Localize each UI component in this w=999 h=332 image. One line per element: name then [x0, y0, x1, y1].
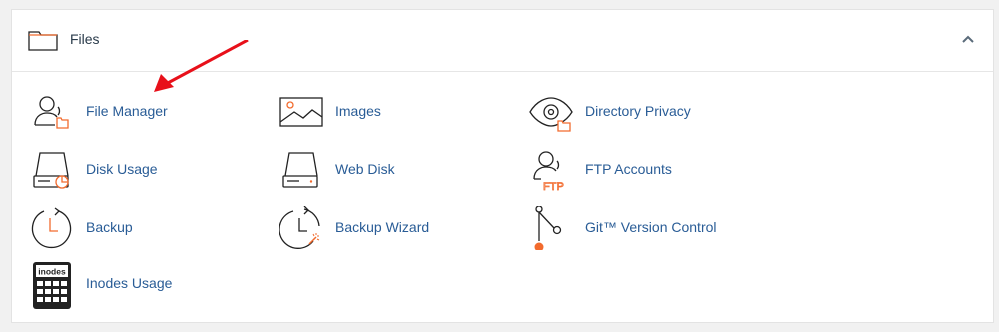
directory-privacy-link[interactable]: Directory Privacy — [529, 90, 749, 134]
inodes-usage-link[interactable]: inodes Inodes Usage — [30, 262, 230, 309]
disk-usage-label: Disk Usage — [86, 161, 158, 177]
inodes-usage-label: Inodes Usage — [86, 275, 173, 291]
directory-privacy-label: Directory Privacy — [585, 103, 691, 119]
backup-wizard-label: Backup Wizard — [335, 219, 430, 235]
images-link[interactable]: Images — [279, 90, 479, 134]
disk-usage-link[interactable]: Disk Usage — [30, 148, 230, 192]
ftp-accounts-label: FTP Accounts — [585, 161, 672, 177]
folder-icon — [28, 31, 58, 51]
images-icon — [279, 97, 323, 127]
backup-wizard-link[interactable]: Backup Wizard — [279, 206, 479, 250]
web-disk-label: Web Disk — [335, 161, 395, 177]
backup-icon — [31, 207, 72, 249]
files-panel: Files File Manager Images Directory Priv… — [11, 9, 994, 323]
file-manager-label: File Manager — [86, 103, 168, 119]
git-version-control-link[interactable]: Git™ Version Control — [529, 206, 759, 250]
backup-wizard-icon — [279, 206, 320, 249]
chevron-up-icon[interactable] — [961, 34, 975, 44]
ftp-accounts-link[interactable]: FTP FTP Accounts — [529, 148, 729, 192]
file-manager-link[interactable]: File Manager — [30, 90, 230, 134]
file-manager-icon — [34, 96, 69, 129]
git-version-control-label: Git™ Version Control — [585, 219, 717, 235]
inodes-usage-icon: inodes — [33, 262, 71, 309]
git-version-control-icon — [534, 206, 562, 250]
section-title: Files — [70, 31, 100, 47]
web-disk-icon — [282, 152, 318, 188]
ftp-accounts-icon: FTP — [533, 151, 564, 192]
backup-label: Backup — [86, 219, 133, 235]
files-section-header[interactable]: Files — [12, 10, 993, 72]
images-label: Images — [335, 103, 381, 119]
web-disk-link[interactable]: Web Disk — [279, 148, 479, 192]
disk-usage-icon — [33, 152, 69, 189]
ftp-icon-text: FTP — [543, 181, 564, 192]
backup-link[interactable]: Backup — [30, 206, 230, 250]
directory-privacy-icon — [529, 97, 573, 132]
inodes-icon-text: inodes — [38, 267, 66, 277]
